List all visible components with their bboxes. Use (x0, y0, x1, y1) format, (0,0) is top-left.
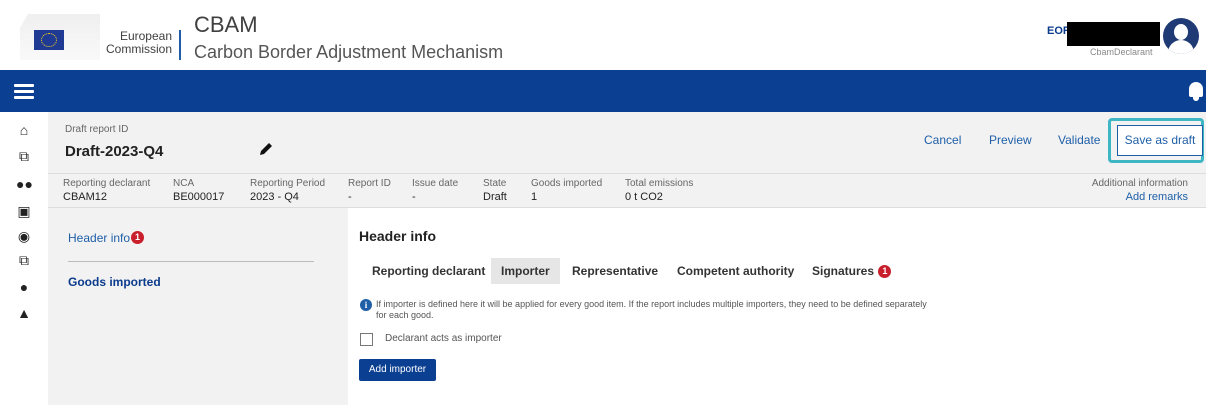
avatar-body (1168, 40, 1194, 54)
info-reporting-period: Reporting Period 2023 - Q4 (250, 178, 326, 203)
edit-pencil-icon[interactable] (258, 141, 274, 157)
briefcase-icon[interactable]: ▣ (16, 203, 32, 219)
preview-button[interactable]: Preview (989, 133, 1032, 147)
save-as-draft-button[interactable]: Save as draft (1117, 125, 1203, 156)
user-avatar[interactable] (1163, 18, 1199, 54)
redacted-eori-value (1067, 22, 1160, 46)
nav-header-info[interactable]: Header info 1 (68, 231, 145, 245)
user-role: CbamDeclarant (1090, 47, 1153, 57)
error-count-badge: 1 (131, 231, 145, 244)
tab-reporting-declarant[interactable]: Reporting declarant (362, 258, 495, 284)
org-line-1: European (119, 29, 172, 43)
account-circle-icon[interactable]: ◉ (16, 228, 32, 244)
add-importer-button[interactable]: Add importer (359, 359, 436, 381)
info-report-id: Report ID - (348, 178, 391, 203)
section-title: Header info (359, 228, 437, 244)
app-subtitle: Carbon Border Adjustment Mechanism (194, 42, 504, 62)
declarant-as-importer-checkbox[interactable] (360, 333, 373, 346)
european-commission-logo[interactable] (20, 14, 100, 60)
declarant-as-importer-label: Declarant acts as importer (385, 333, 502, 344)
nav-header-info-label: Header info (68, 231, 131, 245)
notification-bell-icon[interactable] (1186, 80, 1206, 102)
add-remarks-link[interactable]: Add remarks (1090, 191, 1188, 203)
menu-icon[interactable] (14, 84, 34, 99)
organization-name: European Commission (104, 30, 172, 56)
info-nca: NCA BE000017 (173, 178, 225, 203)
tab-signatures[interactable]: Signatures 1 (802, 258, 901, 284)
additional-information: Additional information Add remarks (1090, 178, 1188, 203)
side-icon-rail: ⌂ ⧉ ●● ▣ ◉ ⧉ ● ▲ (0, 112, 48, 405)
org-line-2: Commission (105, 42, 172, 56)
users-icon[interactable]: ●● (16, 176, 33, 192)
nav-goods-imported[interactable]: Goods imported (68, 275, 161, 289)
copy-icon[interactable]: ⧉ (16, 148, 32, 164)
draft-id-value: Draft-2023-Q4 (65, 143, 164, 160)
nav-divider (68, 261, 314, 262)
main-navbar (0, 70, 1206, 112)
importer-info-text: If importer is defined here it will be a… (376, 299, 927, 320)
app-title: CBAM (194, 12, 258, 37)
report-header (48, 112, 1206, 174)
info-reporting-declarant: Reporting declarant CBAM12 (63, 178, 151, 203)
person-icon[interactable]: ▲ (16, 305, 32, 321)
info-icon: i (360, 299, 372, 311)
info-goods-imported: Goods imported 1 (531, 178, 603, 203)
tab-importer[interactable]: Importer (491, 258, 560, 284)
tab-representative[interactable]: Representative (562, 258, 668, 284)
draft-id-label: Draft report ID (65, 124, 129, 135)
tab-signatures-label: Signatures (812, 264, 875, 278)
avatar-head (1174, 24, 1188, 40)
info-total-emissions: Total emissions 0 t CO2 (625, 178, 694, 203)
documents-icon[interactable]: ⧉ (16, 252, 32, 268)
comment-icon[interactable]: ● (16, 279, 32, 295)
cancel-button[interactable]: Cancel (924, 133, 961, 147)
eu-flag-icon (34, 30, 64, 50)
additional-information-label: Additional information (1091, 178, 1188, 189)
info-state: State Draft (483, 178, 507, 203)
top-header: European Commission CBAM Carbon Border A… (0, 0, 1206, 70)
signatures-error-badge: 1 (878, 265, 892, 279)
home-icon[interactable]: ⌂ (16, 122, 32, 138)
info-issue-date: Issue date - (412, 178, 459, 203)
tab-competent-authority[interactable]: Competent authority (667, 258, 804, 284)
logo-divider (179, 30, 181, 60)
validate-button[interactable]: Validate (1058, 133, 1100, 147)
